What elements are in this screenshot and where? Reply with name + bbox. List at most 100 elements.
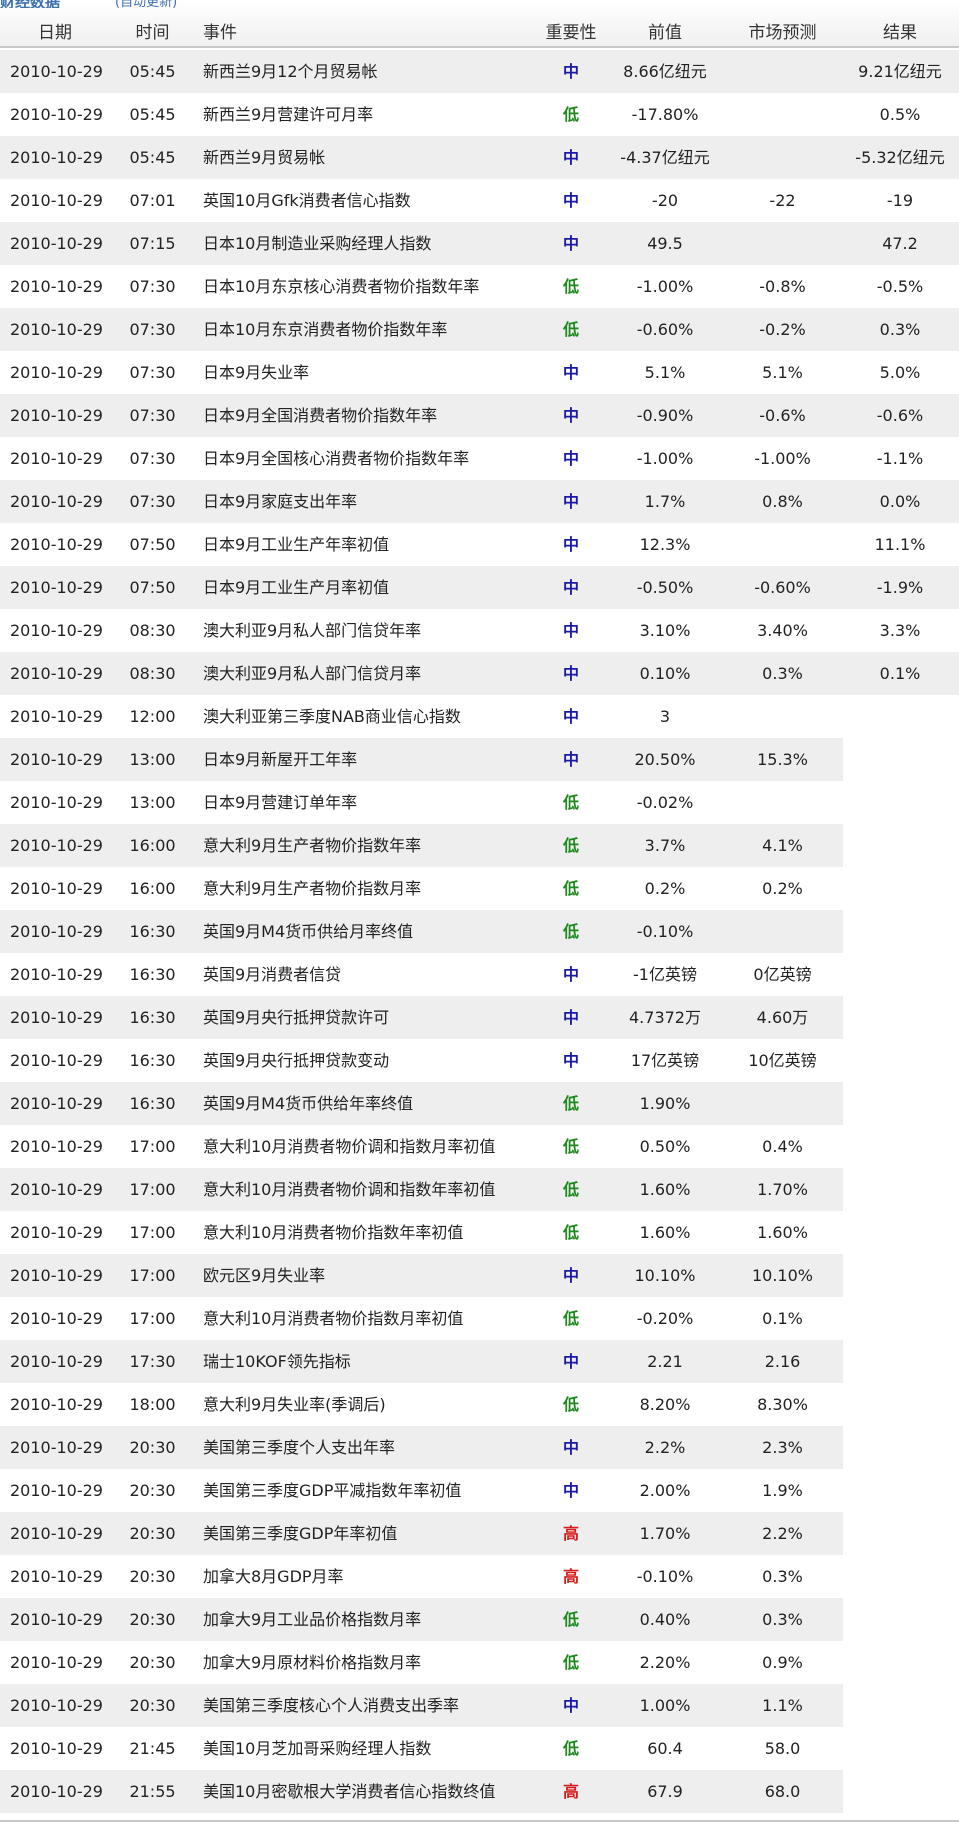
cell-date: 2010-10-29 [10,1180,103,1199]
cell-previous: -0.20% [636,1309,694,1328]
cell-time: 20:30 [129,1653,176,1672]
cell-previous: 2.2% [644,1438,686,1457]
cell-time: 16:30 [129,1094,176,1113]
cell-event: 日本10月东京核心消费者物价指数年率 [203,277,480,296]
cell-previous: -0.02% [636,793,694,812]
cell-time: 07:50 [129,578,176,597]
table-row: 2010-10-29 13:00 日本9月营建订单年率 低 -0.02% [0,781,959,824]
cell-previous: 12.3% [639,535,691,554]
cell-date: 2010-10-29 [10,1094,103,1113]
cell-date: 2010-10-29 [10,1653,103,1672]
cell-forecast: 1.9% [762,1481,803,1500]
cell-time: 07:30 [129,406,176,425]
cell-importance: 中 [562,191,579,210]
cell-forecast: 5.1% [762,363,803,382]
cell-forecast: 0.3% [762,664,803,683]
cell-forecast: -0.8% [759,277,806,296]
cell-previous: 2.20% [639,1653,691,1672]
table-row: 2010-10-29 21:45 美国10月芝加哥采购经理人指数 低 60.4 58.0 [0,1727,959,1770]
cell-forecast: 0.2% [762,879,803,898]
cell-result [840,695,959,738]
cell-result [840,1512,959,1555]
cell-result [840,1168,959,1211]
table-row: 2010-10-29 20:30 加拿大8月GDP月率 高 -0.10% 0.3% [0,1555,959,1598]
table-row: 2010-10-29 05:45 新西兰9月营建许可月率 低 -17.80% 0.5% [0,93,959,136]
table-row: 2010-10-29 16:30 英国9月央行抵押贷款许可 中 4.7372万 4.60万 [0,996,959,1039]
cell-event: 意大利10月消费者物价调和指数年率初值 [203,1180,496,1199]
cell-previous: 0.50% [639,1137,691,1156]
cell-forecast: 4.1% [762,836,803,855]
cell-importance: 中 [562,1352,579,1371]
cell-result: -1.1% [876,449,924,468]
cell-time: 16:30 [129,922,176,941]
cell-date: 2010-10-29 [10,1223,103,1242]
cell-event: 英国9月央行抵押贷款许可 [203,1008,390,1027]
cell-date: 2010-10-29 [10,879,103,898]
cell-date: 2010-10-29 [10,191,103,210]
table-row: 2010-10-29 07:30 日本9月全国消费者物价指数年率 中 -0.90% -0.… [0,394,959,437]
cell-result [840,738,959,781]
cell-date: 2010-10-29 [10,922,103,941]
cell-importance: 低 [562,836,579,855]
cell-result [840,1297,959,1340]
cell-forecast: -0.2% [759,320,806,339]
cell-forecast [720,222,845,265]
cell-previous: 1.60% [639,1180,691,1199]
cell-event: 加拿大9月原材料价格指数月率 [203,1653,422,1672]
cell-previous: -4.37亿纽元 [620,148,710,167]
cell-date: 2010-10-29 [10,1481,103,1500]
cell-result: 9.21亿纽元 [858,62,942,81]
cell-result [840,867,959,910]
column-header-time: 时间 [135,23,170,43]
cell-event: 英国9月M4货币供给月率终值 [203,922,414,941]
cell-result: 0.5% [879,105,921,124]
cell-forecast [720,781,845,824]
cell-date: 2010-10-29 [10,62,103,81]
table-row: 2010-10-29 05:45 新西兰9月12个月贸易帐 中 8.66亿纽元 9.21亿… [0,50,959,93]
cell-event: 日本9月营建订单年率 [203,793,358,812]
cell-previous: 4.7372万 [629,1008,701,1027]
cell-importance: 低 [562,922,579,941]
cell-importance: 高 [562,1524,579,1543]
cell-forecast: 58.0 [764,1739,801,1758]
cell-time: 17:00 [129,1223,176,1242]
cell-result [840,953,959,996]
cell-previous: -17.80% [631,105,699,124]
cell-date: 2010-10-29 [10,492,103,511]
cell-forecast: 68.0 [764,1782,801,1801]
cell-result [840,1039,959,1082]
cell-previous: 2.00% [639,1481,691,1500]
cell-time: 18:00 [129,1395,176,1414]
table-row: 2010-10-29 08:30 澳大利亚9月私人部门信贷月率 中 0.10% 0.3% 0… [0,652,959,695]
table-row: 2010-10-29 21:55 美国10月密歇根大学消费者信心指数终值 高 67.9 6… [0,1770,959,1813]
cell-previous: 20.50% [634,750,696,769]
table-row: 2010-10-29 16:30 英国9月央行抵押贷款变动 中 17亿英镑 10亿英镑 [0,1039,959,1082]
cell-time: 17:00 [129,1137,176,1156]
cell-previous: -1.00% [636,449,694,468]
cell-importance: 中 [562,1008,579,1027]
cell-previous: 8.66亿纽元 [623,62,707,81]
cell-time: 17:00 [129,1266,176,1285]
cell-forecast: 3.40% [757,621,808,640]
table-row: 2010-10-29 13:00 日本9月新屋开工年率 中 20.50% 15.3% [0,738,959,781]
cell-event: 瑞士10KOF领先指标 [203,1352,351,1371]
cell-event: 美国第三季度GDP平减指数年率初值 [203,1481,462,1500]
cell-time: 20:30 [129,1567,176,1586]
cell-time: 16:30 [129,1051,176,1070]
cell-forecast: 0.8% [762,492,803,511]
cell-date: 2010-10-29 [10,578,103,597]
cell-forecast: 2.3% [762,1438,803,1457]
cell-event: 新西兰9月营建许可月率 [203,105,374,124]
cell-result [840,781,959,824]
cell-importance: 低 [562,793,579,812]
cell-forecast: -1.00% [754,449,811,468]
auto-update-link-fragment[interactable]: (自动更新) [115,0,177,8]
cell-importance: 低 [562,1739,579,1758]
cell-date: 2010-10-29 [10,1438,103,1457]
cell-importance: 低 [562,1395,579,1414]
cell-result: 11.1% [874,535,926,554]
cell-previous: -0.90% [636,406,694,425]
cell-date: 2010-10-29 [10,621,103,640]
cell-time: 12:00 [129,707,176,726]
cell-previous: 1.60% [639,1223,691,1242]
